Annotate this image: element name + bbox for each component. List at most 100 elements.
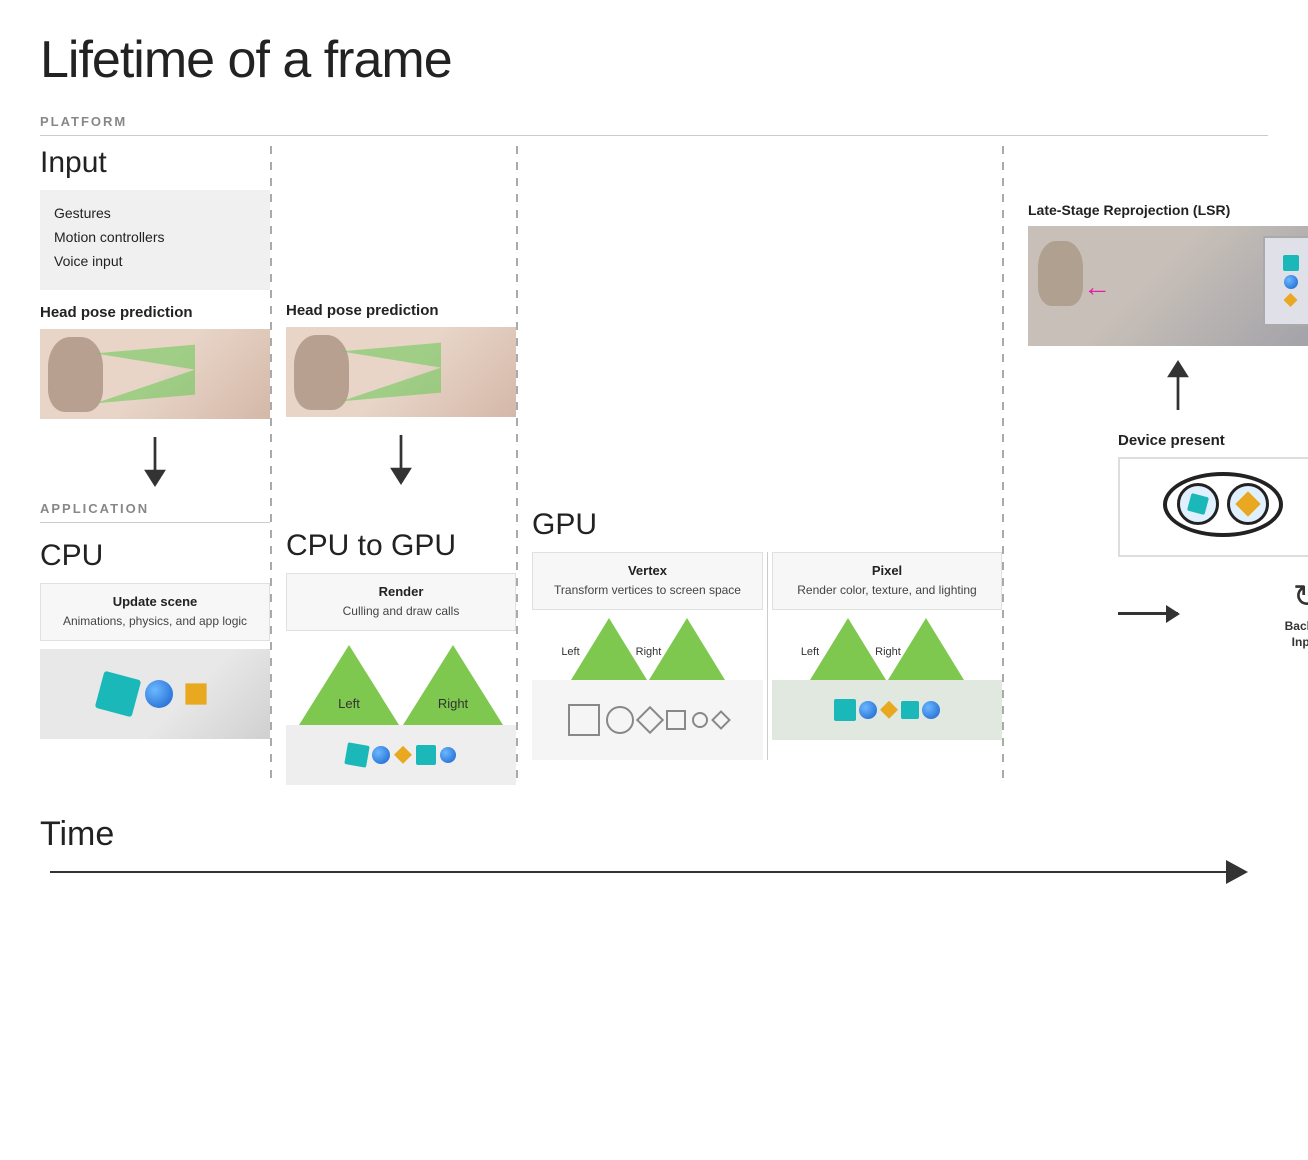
back-to-input: ↻ Back toInput bbox=[1275, 577, 1308, 650]
cpu-label: CPU bbox=[40, 539, 270, 573]
col-lsr-device: Late-Stage Reprojection (LSR) ← Device p… bbox=[1018, 146, 1308, 785]
col-gpu: GPU Vertex Transform vertices to screen … bbox=[532, 146, 1002, 785]
render-title: Render bbox=[299, 584, 503, 599]
render-obj-sphere2 bbox=[440, 747, 456, 763]
lens-right bbox=[1227, 483, 1269, 525]
input-box: Gestures Motion controllers Voice input bbox=[40, 190, 270, 290]
vertex-box: Vertex Transform vertices to screen spac… bbox=[532, 552, 763, 610]
gpu-pixel-col: Pixel Render color, texture, and lightin… bbox=[767, 552, 1002, 760]
platform-label: PLATFORM bbox=[40, 114, 1268, 129]
vertex-left-label: Left bbox=[553, 646, 589, 658]
sphere-blue bbox=[145, 680, 173, 708]
wire-diamond-1 bbox=[635, 706, 663, 734]
wire-sphere-2 bbox=[692, 712, 708, 728]
device-present-title: Device present bbox=[1118, 432, 1308, 449]
page-title: Lifetime of a frame bbox=[40, 30, 1268, 90]
back-to-input-label: Back toInput bbox=[1285, 619, 1308, 650]
diamond-yellow bbox=[175, 673, 217, 715]
px-obj-4 bbox=[901, 701, 919, 719]
pixel-box: Pixel Render color, texture, and lightin… bbox=[772, 552, 1002, 610]
px-obj-5 bbox=[922, 701, 940, 719]
cpu-to-gpu-label: CPU to GPU bbox=[286, 529, 516, 563]
render-tri-left: Left bbox=[299, 645, 399, 725]
render-obj-sphere bbox=[372, 746, 390, 764]
update-scene-box: Update scene Animations, physics, and ap… bbox=[40, 583, 270, 641]
vertex-desc: Transform vertices to screen space bbox=[545, 582, 750, 599]
px-obj-1 bbox=[834, 699, 856, 721]
arrow-down-2 bbox=[286, 421, 516, 499]
lsr-title: Late-Stage Reprojection (LSR) bbox=[1028, 202, 1308, 218]
render-triangles: Left Right bbox=[286, 645, 516, 725]
render-obj-cube bbox=[344, 742, 369, 767]
cube-teal bbox=[95, 671, 142, 718]
device-present-img bbox=[1118, 457, 1308, 557]
vertex-triangles: Left Right bbox=[532, 618, 763, 680]
render-right-label: Right bbox=[438, 696, 468, 711]
lsr-shape-3 bbox=[1284, 293, 1298, 307]
head-pose-title-1: Head pose prediction bbox=[40, 304, 270, 321]
goggles-diamond bbox=[1235, 491, 1260, 516]
pixel-right-label: Right bbox=[870, 646, 906, 658]
pixel-title: Pixel bbox=[785, 563, 989, 578]
vertex-title: Vertex bbox=[545, 563, 750, 578]
arrow-right-device bbox=[1118, 612, 1265, 615]
time-section: Time bbox=[40, 805, 1268, 884]
input-phase-label: Input bbox=[40, 146, 270, 180]
lens-left bbox=[1177, 483, 1219, 525]
divider-1 bbox=[270, 146, 272, 785]
application-label: APPLICATION bbox=[40, 501, 270, 516]
motion-label: Motion controllers bbox=[54, 226, 256, 250]
circular-arrow-icon: ↻ bbox=[1293, 577, 1308, 615]
pixel-triangles: Left Right bbox=[772, 618, 1002, 680]
render-objects bbox=[286, 725, 516, 785]
wire-sphere-1 bbox=[606, 706, 634, 734]
arrow-down-1 bbox=[40, 423, 270, 501]
lsr-panel bbox=[1263, 236, 1308, 326]
gesture-label: Gestures bbox=[54, 202, 256, 226]
pixel-left-label: Left bbox=[792, 646, 828, 658]
render-obj-diamond bbox=[394, 746, 412, 764]
vertex-right-label: Right bbox=[631, 646, 667, 658]
render-desc: Culling and draw calls bbox=[299, 603, 503, 620]
update-scene-desc: Animations, physics, and app logic bbox=[53, 613, 257, 630]
px-obj-2 bbox=[859, 701, 877, 719]
device-arrows-row: ↻ Back toInput bbox=[1118, 577, 1308, 650]
pixel-color-objects bbox=[772, 680, 1002, 740]
divider-3 bbox=[1002, 146, 1004, 785]
device-present-section: Device present ↻ bbox=[1118, 432, 1308, 650]
goggles-cube bbox=[1187, 493, 1209, 515]
time-label: Time bbox=[40, 815, 1268, 854]
arrow-up-lsr bbox=[1028, 346, 1308, 424]
px-obj-3 bbox=[880, 701, 898, 719]
col-cpu-to-gpu: Head pose prediction CPU to GPU Render C… bbox=[286, 146, 516, 785]
gpu-section: Vertex Transform vertices to screen spac… bbox=[532, 552, 1002, 760]
pixel-desc: Render color, texture, and lighting bbox=[785, 582, 989, 599]
lsr-head-figure bbox=[1038, 241, 1083, 306]
time-arrow-head bbox=[1226, 860, 1248, 884]
head-pose-img-2 bbox=[286, 327, 516, 417]
gpu-label: GPU bbox=[532, 508, 1002, 542]
update-scene-title: Update scene bbox=[53, 594, 257, 609]
time-arrow bbox=[50, 860, 1248, 884]
arrow-right-line bbox=[1118, 612, 1178, 615]
lsr-shape-2 bbox=[1284, 275, 1298, 289]
render-obj-teal2 bbox=[416, 745, 436, 765]
wire-cube-2 bbox=[666, 710, 686, 730]
col-input-cpu: Input Gestures Motion controllers Voice … bbox=[40, 146, 270, 785]
head-pose-img-1 bbox=[40, 329, 270, 419]
head-pose-title-2: Head pose prediction bbox=[286, 302, 516, 319]
gpu-vertex-col: Vertex Transform vertices to screen spac… bbox=[532, 552, 767, 760]
voice-label: Voice input bbox=[54, 250, 256, 274]
lsr-image: ← bbox=[1028, 226, 1308, 346]
render-box: Render Culling and draw calls bbox=[286, 573, 516, 631]
lsr-arrow: ← bbox=[1083, 271, 1111, 303]
wire-diamond-2 bbox=[711, 710, 731, 730]
time-arrow-line bbox=[50, 871, 1226, 873]
vertex-wire-objects bbox=[532, 680, 763, 760]
lsr-shape-1 bbox=[1283, 255, 1299, 271]
render-tri-right: Right bbox=[403, 645, 503, 725]
divider-2 bbox=[516, 146, 518, 785]
wire-cube-1 bbox=[568, 704, 600, 736]
vertex-tri-right: Right bbox=[649, 618, 725, 680]
render-left-label: Left bbox=[338, 696, 360, 711]
